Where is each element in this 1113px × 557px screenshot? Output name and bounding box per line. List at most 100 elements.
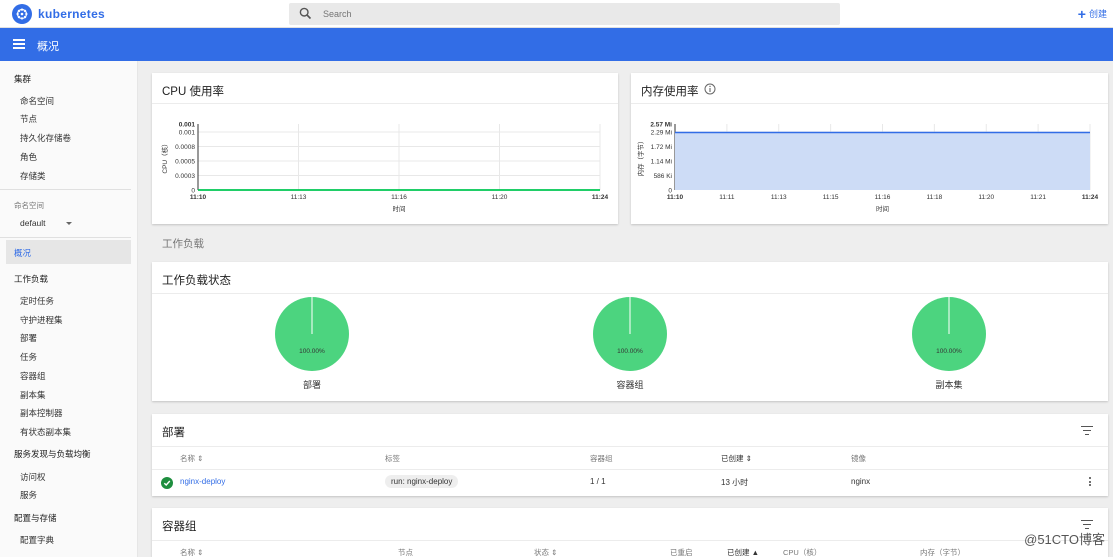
sidebar-section-discovery[interactable]: 服务发现与负载均衡: [14, 448, 91, 460]
pods-title: 容器组: [162, 521, 197, 533]
sort-icon: ▲: [751, 548, 760, 557]
sidebar-item-replication-controllers[interactable]: 副本控制器: [20, 407, 63, 419]
kubernetes-logo-icon[interactable]: [12, 4, 32, 24]
sidebar-item-config-maps[interactable]: 配置字典: [20, 534, 54, 546]
created-age: 13 小时: [721, 478, 749, 487]
column-header-name[interactable]: 名称 ⇕: [180, 453, 203, 464]
y-tick-label: 0.001: [179, 130, 196, 137]
sidebar-item-namespaces[interactable]: 命名空间: [20, 95, 54, 107]
x-tick-label: 11:20: [492, 194, 508, 201]
column-header-memory: 内存（字节）: [920, 548, 965, 557]
sidebar-item-cron-jobs[interactable]: 定时任务: [20, 295, 54, 307]
y-tick-label: 0.001: [179, 122, 196, 129]
table-header-divider: [152, 469, 1108, 470]
sidebar-item-nodes[interactable]: 节点: [20, 113, 37, 125]
x-tick-label: 11:11: [719, 194, 735, 201]
sort-icon: ⇕: [745, 454, 752, 463]
plus-icon: +: [1077, 5, 1086, 22]
workload-status-card: 工作负载状态 100.00% 部署 100.00% 容器组 100.00% 副本集: [152, 262, 1108, 401]
card-divider: [152, 540, 1108, 541]
y-tick-label: 2.29 Mi: [651, 130, 672, 137]
pods-count: 1 / 1: [590, 477, 606, 486]
x-tick-label: 11:18: [926, 194, 942, 201]
y-axis-label: 内存（字节）: [636, 138, 645, 177]
pie-title: 容器组: [616, 379, 643, 390]
toolbar: 概况: [0, 28, 1113, 61]
column-header-node: 节点: [398, 548, 413, 557]
x-tick-label: 11:13: [771, 194, 787, 201]
sidebar-divider: [0, 189, 131, 190]
sidebar-item-replica-sets[interactable]: 副本集: [20, 389, 46, 401]
sidebar-item-roles[interactable]: 角色: [20, 151, 37, 163]
sidebar-section-config[interactable]: 配置与存储: [14, 512, 57, 524]
brand-name[interactable]: kubernetes: [38, 7, 105, 21]
x-tick-label: 11:16: [391, 194, 407, 201]
column-header-images: 镜像: [851, 454, 866, 463]
sidebar-item-jobs[interactable]: 任务: [20, 351, 37, 363]
watermark: @51CTO博客: [1024, 532, 1105, 547]
column-header-created[interactable]: 已创建 ⇕: [721, 453, 752, 464]
x-axis-label: 时间: [876, 204, 889, 213]
namespace-select[interactable]: default: [20, 218, 72, 228]
y-tick-label: 586 Ki: [654, 173, 672, 180]
image-name: nginx: [851, 477, 871, 486]
x-tick-label: 11:15: [823, 194, 839, 201]
x-tick-label: 11:24: [1082, 194, 1099, 201]
y-axis-label: CPU（核）: [160, 140, 169, 173]
sort-icon: ⇕: [197, 548, 204, 557]
column-header-name[interactable]: 名称 ⇕: [180, 547, 203, 557]
sidebar-item-services[interactable]: 服务: [20, 489, 37, 501]
search-input[interactable]: [323, 6, 823, 22]
sidebar: 集群 命名空间 节点 持久化存储卷 角色 存储类 命名空间 default 概况…: [0, 61, 138, 557]
search-bar[interactable]: [289, 3, 840, 25]
column-header-cpu: CPU（核）: [783, 548, 822, 557]
card-divider: [152, 446, 1108, 447]
sidebar-item-daemon-sets[interactable]: 守护进程集: [20, 314, 63, 326]
sidebar-item-ingresses[interactable]: 访问权: [20, 471, 46, 483]
pie-value-label: 100.00%: [617, 348, 643, 355]
x-tick-label: 11:10: [667, 194, 684, 201]
column-header-pods: 容器组: [590, 454, 613, 463]
deployments-card: 部署 名称 ⇕ 标签 容器组 已创建 ⇕ 镜像 nginx-deploy run…: [152, 414, 1108, 496]
menu-icon[interactable]: [13, 39, 25, 49]
more-vert-icon[interactable]: [1089, 477, 1092, 488]
column-header-restarts: 已重启: [670, 548, 693, 557]
column-header-created[interactable]: 已创建 ▲: [727, 547, 759, 557]
y-tick-label: 2.57 Mi: [650, 122, 672, 129]
x-tick-label: 11:24: [592, 194, 609, 201]
create-button[interactable]: + 创建: [1077, 5, 1107, 22]
x-tick-label: 11:13: [291, 194, 307, 201]
sidebar-section-cluster[interactable]: 集群: [14, 73, 31, 85]
pie-value-label: 100.00%: [299, 348, 325, 355]
sort-icon: ⇕: [197, 454, 204, 463]
sidebar-section-workloads[interactable]: 工作负载: [14, 273, 48, 285]
deployments-title: 部署: [162, 427, 185, 439]
workloads-section-label: 工作负载: [162, 238, 204, 250]
y-tick-label: 0.0003: [175, 173, 195, 180]
sidebar-item-pods[interactable]: 容器组: [20, 370, 46, 382]
column-header-status[interactable]: 状态 ⇕: [534, 547, 557, 557]
check-circle-icon: [161, 477, 173, 489]
caret-down-icon: [66, 221, 72, 225]
deployment-name-link[interactable]: nginx-deploy: [180, 477, 225, 486]
sidebar-item-persistent-volumes[interactable]: 持久化存储卷: [20, 132, 71, 144]
sidebar-item-deployments[interactable]: 部署: [20, 332, 37, 344]
memory-usage-chart: 0586 Ki1.14 Mi1.72 Mi2.29 Mi2.57 Mi11:10…: [636, 122, 1099, 214]
y-tick-label: 0.0005: [175, 159, 195, 166]
sidebar-divider: [0, 237, 131, 238]
sort-icon: ⇕: [551, 548, 558, 557]
pods-card: 容器组 名称 ⇕ 节点 状态 ⇕ 已重启 已创建 ▲ CPU（核） 内存（字节）: [152, 508, 1108, 557]
sidebar-item-storage-classes[interactable]: 存储类: [20, 170, 46, 182]
namespace-value: default: [20, 218, 46, 228]
search-icon: [299, 7, 312, 22]
y-tick-label: 0.0008: [175, 144, 195, 151]
top-bar: kubernetes + 创建: [0, 0, 1113, 28]
sidebar-item-stateful-sets[interactable]: 有状态副本集: [20, 426, 71, 438]
column-header-labels: 标签: [385, 454, 400, 463]
pie-value-label: 100.00%: [936, 348, 962, 355]
memory-usage-card: 内存使用率 0 586 Ki 1.14 Mi 1.72 Mi 2.29 Mi 2.57 M…: [631, 73, 1108, 224]
create-label: 创建: [1088, 9, 1107, 19]
filter-icon[interactable]: [1081, 426, 1093, 436]
x-axis-label: 时间: [393, 204, 406, 213]
sidebar-item-overview[interactable]: 概况: [14, 247, 31, 259]
